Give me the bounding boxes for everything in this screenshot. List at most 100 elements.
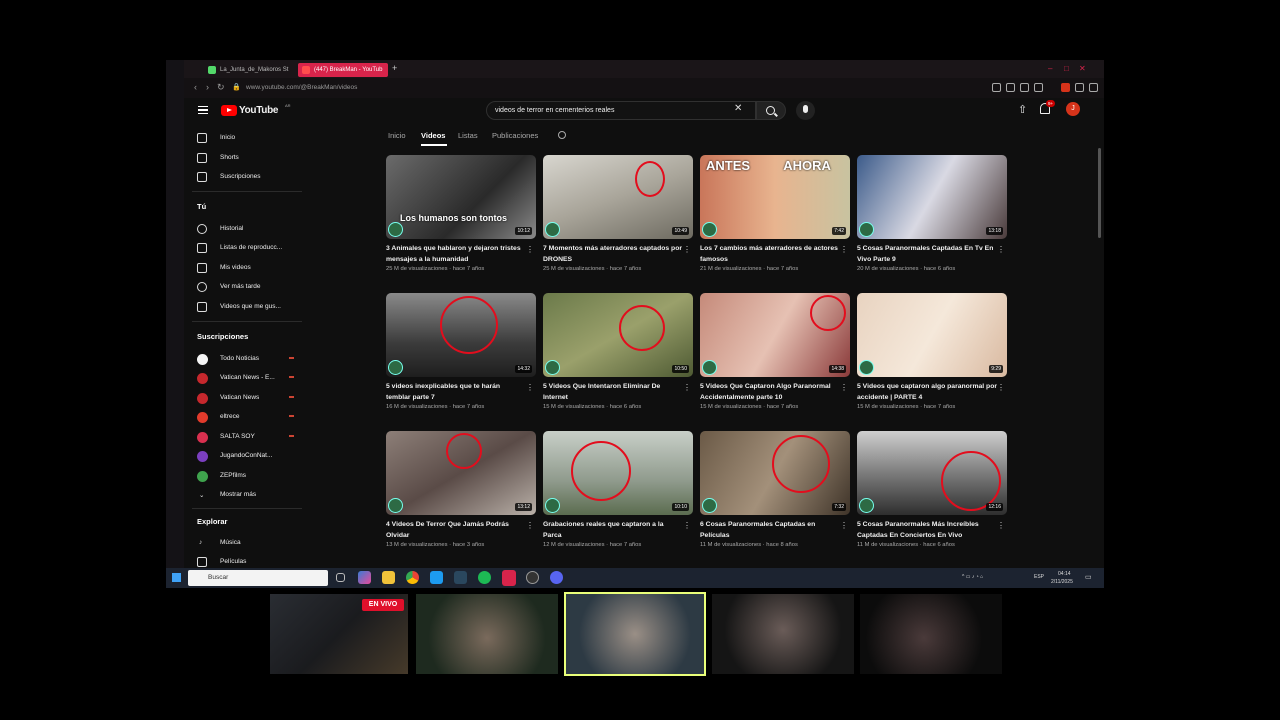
discord-icon[interactable] [550, 571, 563, 584]
video-thumbnail[interactable]: 12:16 [857, 431, 1007, 515]
youtube-logo-icon[interactable] [221, 105, 237, 116]
sub-channel-item[interactable]: ZEPfilms [184, 467, 302, 486]
clear-search-icon[interactable]: ✕ [734, 103, 742, 114]
spotify-icon[interactable] [478, 571, 491, 584]
search-button[interactable] [756, 101, 786, 120]
video-card[interactable]: 14:32 5 videos inexplicables que te harán… [386, 293, 536, 423]
video-title[interactable]: 5 Videos Que Captaron Algo Paranormal Ac… [700, 382, 840, 403]
video-card[interactable]: 13:18 5 Cosas Paranormales Captadas En Tv… [857, 155, 1007, 285]
tray-icons[interactable]: ^ ▭ ♪ ◔ ⌂ [962, 574, 983, 580]
download-icon[interactable] [1075, 83, 1084, 92]
url-text[interactable]: www.youtube.com/@BreakMan/videos [246, 84, 357, 91]
video-title[interactable]: 5 Cosas Paranormales Más Increíbles Capt… [857, 520, 997, 541]
guide-section-you[interactable]: Tú [197, 202, 206, 211]
minimize-icon[interactable]: – [1048, 64, 1052, 73]
video-card[interactable]: 10:49 7 Momentos más aterradores captados… [543, 155, 693, 285]
video-thumbnail[interactable]: 9:29 [857, 293, 1007, 377]
guide-item-playlists[interactable]: Listas de reproducc... [184, 239, 302, 258]
video-thumbnail[interactable]: 13:12 [386, 431, 536, 515]
copilot-icon[interactable] [358, 571, 371, 584]
video-title[interactable]: 3 Animales que hablaron y dejaron triste… [386, 244, 526, 265]
video-thumbnail[interactable]: 10:49 [543, 155, 693, 239]
taskbar-search-input[interactable]: Buscar [188, 570, 328, 586]
video-card[interactable]: 13:12 4 Videos De Terror Que Jamás Podrás… [386, 431, 536, 561]
extension-icon[interactable] [1006, 83, 1015, 92]
video-title[interactable]: Los 7 cambios más aterradores de actores… [700, 244, 840, 265]
more-options-icon[interactable]: ⋮ [526, 521, 534, 530]
more-options-icon[interactable]: ⋮ [840, 383, 848, 392]
guide-item-subscriptions[interactable]: Suscripciones [184, 168, 302, 187]
reload-icon[interactable]: ↻ [217, 82, 225, 93]
guide-section-subscriptions[interactable]: Suscripciones [197, 332, 248, 341]
browser-tab[interactable]: La_Junta_de_Makoros St [204, 63, 304, 77]
windows-start-icon[interactable] [172, 573, 181, 582]
notification-center-icon[interactable]: ▭ [1085, 573, 1092, 581]
menu-icon[interactable] [1089, 83, 1098, 92]
tab-publicaciones[interactable]: Publicaciones [492, 131, 538, 140]
video-card[interactable]: 7:32 6 Cosas Paranormales Captadas en Pel… [700, 431, 850, 561]
more-options-icon[interactable]: ⋮ [526, 245, 534, 254]
tab-inicio[interactable]: Inicio [388, 131, 406, 140]
tab-listas[interactable]: Listas [458, 131, 478, 140]
sub-channel-item[interactable]: SALTA SOY [184, 428, 302, 447]
video-title[interactable]: 5 Cosas Paranormales Captadas En Tv En V… [857, 244, 997, 265]
hamburger-menu-icon[interactable] [198, 106, 208, 114]
profile-icon[interactable] [1061, 83, 1070, 92]
sub-channel-item[interactable]: eltrece [184, 408, 302, 427]
video-card[interactable]: 9:29 5 Videos que captaron algo paranorma… [857, 293, 1007, 423]
task-view-icon[interactable] [336, 573, 345, 582]
video-card[interactable]: 14:38 5 Videos Que Captaron Algo Paranorm… [700, 293, 850, 423]
guide-item-liked[interactable]: Videos que me gus... [184, 298, 302, 317]
guide-item-home[interactable]: Inicio [184, 129, 302, 148]
video-thumbnail[interactable]: Los humanos son tontos 10:12 [386, 155, 536, 239]
more-options-icon[interactable]: ⋮ [840, 521, 848, 530]
search-input[interactable]: videos de terror en cementerios reales [486, 101, 756, 120]
video-thumbnail[interactable]: 14:38 [700, 293, 850, 377]
upload-icon[interactable]: ⇧ [1018, 103, 1027, 116]
guide-item-my-videos[interactable]: Mis videos [184, 259, 302, 278]
video-thumbnail[interactable]: 10:50 [543, 293, 693, 377]
youtube-logo-text[interactable]: YouTube [239, 105, 279, 116]
guide-item-movies[interactable]: Películas [184, 553, 302, 568]
sub-channel-item[interactable]: Vatican News - E... [184, 369, 302, 388]
page-scrollbar[interactable] [1098, 148, 1101, 238]
guide-item-history[interactable]: Historial [184, 220, 302, 239]
steam-icon[interactable] [454, 571, 467, 584]
opera-gx-icon[interactable] [502, 570, 516, 586]
account-avatar[interactable]: J [1066, 102, 1080, 116]
voice-search-icon[interactable] [796, 101, 815, 120]
video-title[interactable]: Grabaciones reales que captaron a la Par… [543, 520, 683, 541]
more-options-icon[interactable]: ⋮ [997, 383, 1005, 392]
chrome-icon[interactable] [406, 571, 419, 584]
more-options-icon[interactable]: ⋮ [997, 245, 1005, 254]
extension-icon[interactable] [992, 83, 1001, 92]
new-tab-button[interactable]: + [392, 63, 397, 73]
forward-icon[interactable]: › [206, 82, 209, 92]
video-title[interactable]: 5 Videos que captaron algo paranormal po… [857, 382, 997, 403]
guide-item-music[interactable]: ♪ Música [184, 534, 302, 553]
back-icon[interactable]: ‹ [194, 82, 197, 92]
video-card[interactable]: 10:10 Grabaciones reales que captaron a l… [543, 431, 693, 561]
video-thumbnail[interactable]: ANTES AHORA 7:42 [700, 155, 850, 239]
more-options-icon[interactable]: ⋮ [997, 521, 1005, 530]
video-title[interactable]: 4 Videos De Terror Que Jamás Podrás Olvi… [386, 520, 526, 541]
more-options-icon[interactable]: ⋮ [683, 383, 691, 392]
channel-search-icon[interactable] [558, 131, 566, 139]
more-options-icon[interactable]: ⋮ [526, 383, 534, 392]
video-card[interactable]: 12:16 5 Cosas Paranormales Más Increíbles… [857, 431, 1007, 561]
video-thumbnail[interactable]: 10:10 [543, 431, 693, 515]
file-explorer-icon[interactable] [382, 571, 395, 584]
video-title[interactable]: 5 videos inexplicables que te harán temb… [386, 382, 526, 403]
video-thumbnail[interactable]: 14:32 [386, 293, 536, 377]
video-title[interactable]: 7 Momentos más aterradores captados por … [543, 244, 683, 265]
video-title[interactable]: 5 Videos Que Intentaron Eliminar De Inte… [543, 382, 683, 403]
show-more-button[interactable]: ⌄ Mostrar más [184, 486, 302, 505]
video-thumbnail[interactable]: 7:32 [700, 431, 850, 515]
restore-icon[interactable]: □ [1064, 64, 1069, 73]
video-card[interactable]: ANTES AHORA 7:42 Los 7 cambios más aterrad… [700, 155, 850, 285]
clock-time[interactable]: 04:14 [1058, 571, 1071, 577]
extension-icon[interactable] [1034, 83, 1043, 92]
guide-item-watch-later[interactable]: Ver más tarde [184, 278, 302, 297]
more-options-icon[interactable]: ⋮ [840, 245, 848, 254]
tab-videos[interactable]: Videos [421, 131, 445, 140]
